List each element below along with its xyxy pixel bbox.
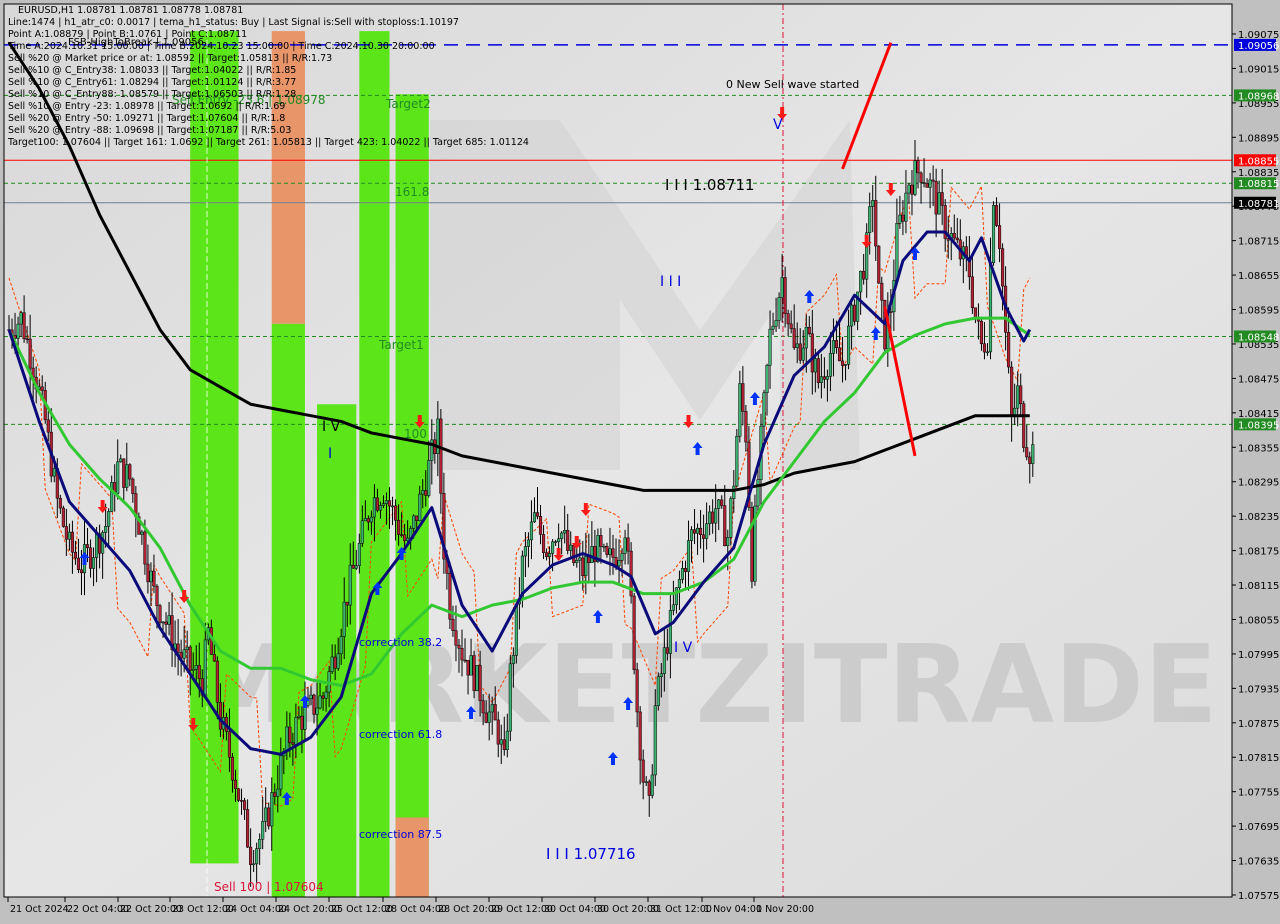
y-tick-label: 1.09015 <box>1238 64 1279 75</box>
info-line: Time A:2024.10.31 15:00:00 | Time B:2024… <box>7 41 435 52</box>
y-tick-label: 1.07695 <box>1238 822 1279 833</box>
target2-label: Target2 <box>385 97 431 111</box>
green-zone <box>359 31 390 897</box>
sell-100-label: Sell 100 | 1.07604 <box>214 880 324 894</box>
chart-window[interactable]: MARKETZITRADE FSB-HighToBreak | 1.09056 … <box>0 0 1280 920</box>
info-line: Sell %20 @ Entry -88: 1.09698 || Target:… <box>8 125 291 136</box>
candle <box>508 654 512 742</box>
info-line: Sell %10 @ C_Entry38: 1.08033 || Target:… <box>8 65 296 76</box>
wave-b-label: I I I 1.07716 <box>546 845 636 863</box>
y-tick-label: 1.08055 <box>1238 615 1279 626</box>
y-tick-label: 1.08655 <box>1238 271 1279 282</box>
info-line: Sell %10 @ Entry -23: 1.08978 || Target:… <box>8 101 285 112</box>
price-label: 1.08548 <box>1238 332 1279 343</box>
wave-i-label: I <box>328 446 332 462</box>
y-tick-label: 1.07755 <box>1238 788 1279 799</box>
correction-38-label: correction 38.2 <box>359 636 442 649</box>
wave-iv-right-label: I V <box>674 640 693 656</box>
price-label: 1.08815 <box>1238 179 1279 190</box>
y-tick-label: 1.08835 <box>1238 168 1279 179</box>
y-tick-label: 1.08415 <box>1238 409 1279 420</box>
price-label: 1.08855 <box>1238 156 1279 167</box>
fib-100-label: 100 <box>404 427 427 441</box>
symbol-line: EURUSD,H1 1.08781 1.08781 1.08778 1.0878… <box>18 5 243 16</box>
info-line: Target100: 1.07604 || Target 161: 1.0692… <box>7 137 529 148</box>
candle <box>475 665 479 692</box>
candle <box>656 672 660 711</box>
info-line: Sell %10 @ C_Entry88: 1.08579 || Target:… <box>8 89 296 100</box>
y-tick-label: 1.07995 <box>1238 650 1279 661</box>
candle <box>753 494 757 586</box>
info-line: Sell %10 @ C_Entry61: 1.08294 || Target:… <box>8 77 296 88</box>
candle <box>236 788 241 802</box>
green-zone <box>395 94 429 897</box>
candle <box>735 428 739 488</box>
y-tick-label: 1.08475 <box>1238 374 1279 385</box>
correction-87-label: correction 87.5 <box>359 828 442 841</box>
correction-61-label: correction 61.8 <box>359 728 442 741</box>
info-line: Point A:1.08879 | Point B:1.0761 | Point… <box>8 29 247 40</box>
candle <box>1022 400 1026 453</box>
price-label: 1.08968 <box>1238 91 1279 102</box>
candle <box>991 201 996 266</box>
green-zone <box>190 31 239 864</box>
price-label: 1.09056 <box>1238 41 1279 52</box>
target1-label: Target1 <box>378 338 424 352</box>
x-tick-label: 1 Nov 04:00 <box>704 904 762 915</box>
candle <box>514 603 518 664</box>
y-tick-label: 1.08715 <box>1238 237 1279 248</box>
candle <box>572 543 576 566</box>
green-zone <box>317 404 357 897</box>
price-label: 1.08395 <box>1238 420 1279 431</box>
y-tick-label: 1.08895 <box>1238 133 1279 144</box>
info-line: Line:1474 | h1_atr_c0: 0.0017 | tema_h1_… <box>8 17 459 28</box>
candle <box>877 245 881 284</box>
wave-iii-label: I I I <box>660 274 681 290</box>
info-line: Sell %20 @ Entry -50: 1.09271 || Target:… <box>8 113 285 124</box>
wave-v-label: V <box>773 117 783 133</box>
y-tick-label: 1.08235 <box>1238 512 1279 523</box>
y-tick-label: 1.07815 <box>1238 753 1279 764</box>
candle <box>629 542 633 604</box>
candle <box>632 593 636 675</box>
new-sell-label: 0 New Sell wave started <box>726 78 859 91</box>
y-tick-label: 1.08355 <box>1238 443 1279 454</box>
candle <box>750 501 754 589</box>
wave-iv-left-label: I V <box>322 419 341 435</box>
y-tick-label: 1.07635 <box>1238 857 1279 868</box>
x-tick-label: 25 Oct 12:00 <box>331 904 393 915</box>
y-tick-label: 1.07935 <box>1238 684 1279 695</box>
y-tick-label: 1.08595 <box>1238 306 1279 317</box>
price-label: 1.08781 <box>1238 199 1279 210</box>
y-tick-label: 1.07575 <box>1238 891 1279 902</box>
candle <box>61 505 65 528</box>
x-tick-label: 31 Oct 12:00 <box>650 904 712 915</box>
y-tick-label: 1.08175 <box>1238 547 1279 558</box>
fib-161-label: 161.8 <box>395 185 429 199</box>
info-line: Sell %20 @ Market price or at: 1.08592 |… <box>8 53 332 64</box>
y-tick-label: 1.08295 <box>1238 478 1279 489</box>
price-chart[interactable]: MARKETZITRADE FSB-HighToBreak | 1.09056 … <box>0 0 1280 920</box>
y-tick-label: 1.07875 <box>1238 719 1279 730</box>
x-tick-label: 1 Nov 20:00 <box>756 904 814 915</box>
x-tick-label: 21 Oct 2024 <box>10 904 69 915</box>
y-tick-label: 1.08115 <box>1238 581 1279 592</box>
wave-c-label: I I I 1.08711 <box>665 176 755 194</box>
